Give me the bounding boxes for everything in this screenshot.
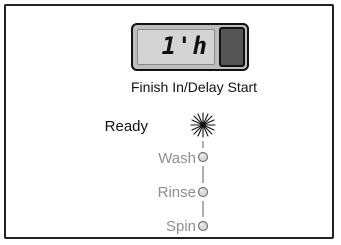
display-label: Finish In/Delay Start xyxy=(131,79,258,95)
finish-in-delay-start-display: 1'h xyxy=(131,23,249,71)
status-spin-label: Spin xyxy=(165,218,196,235)
status-ready-label: Ready xyxy=(104,118,148,135)
time-display-value: 1'h xyxy=(161,32,208,60)
status-rinse-label: Rinse xyxy=(157,184,196,201)
time-display-screen: 1'h xyxy=(137,29,215,65)
delay-start-button[interactable] xyxy=(219,27,245,67)
status-wash-label: Wash xyxy=(158,150,196,167)
